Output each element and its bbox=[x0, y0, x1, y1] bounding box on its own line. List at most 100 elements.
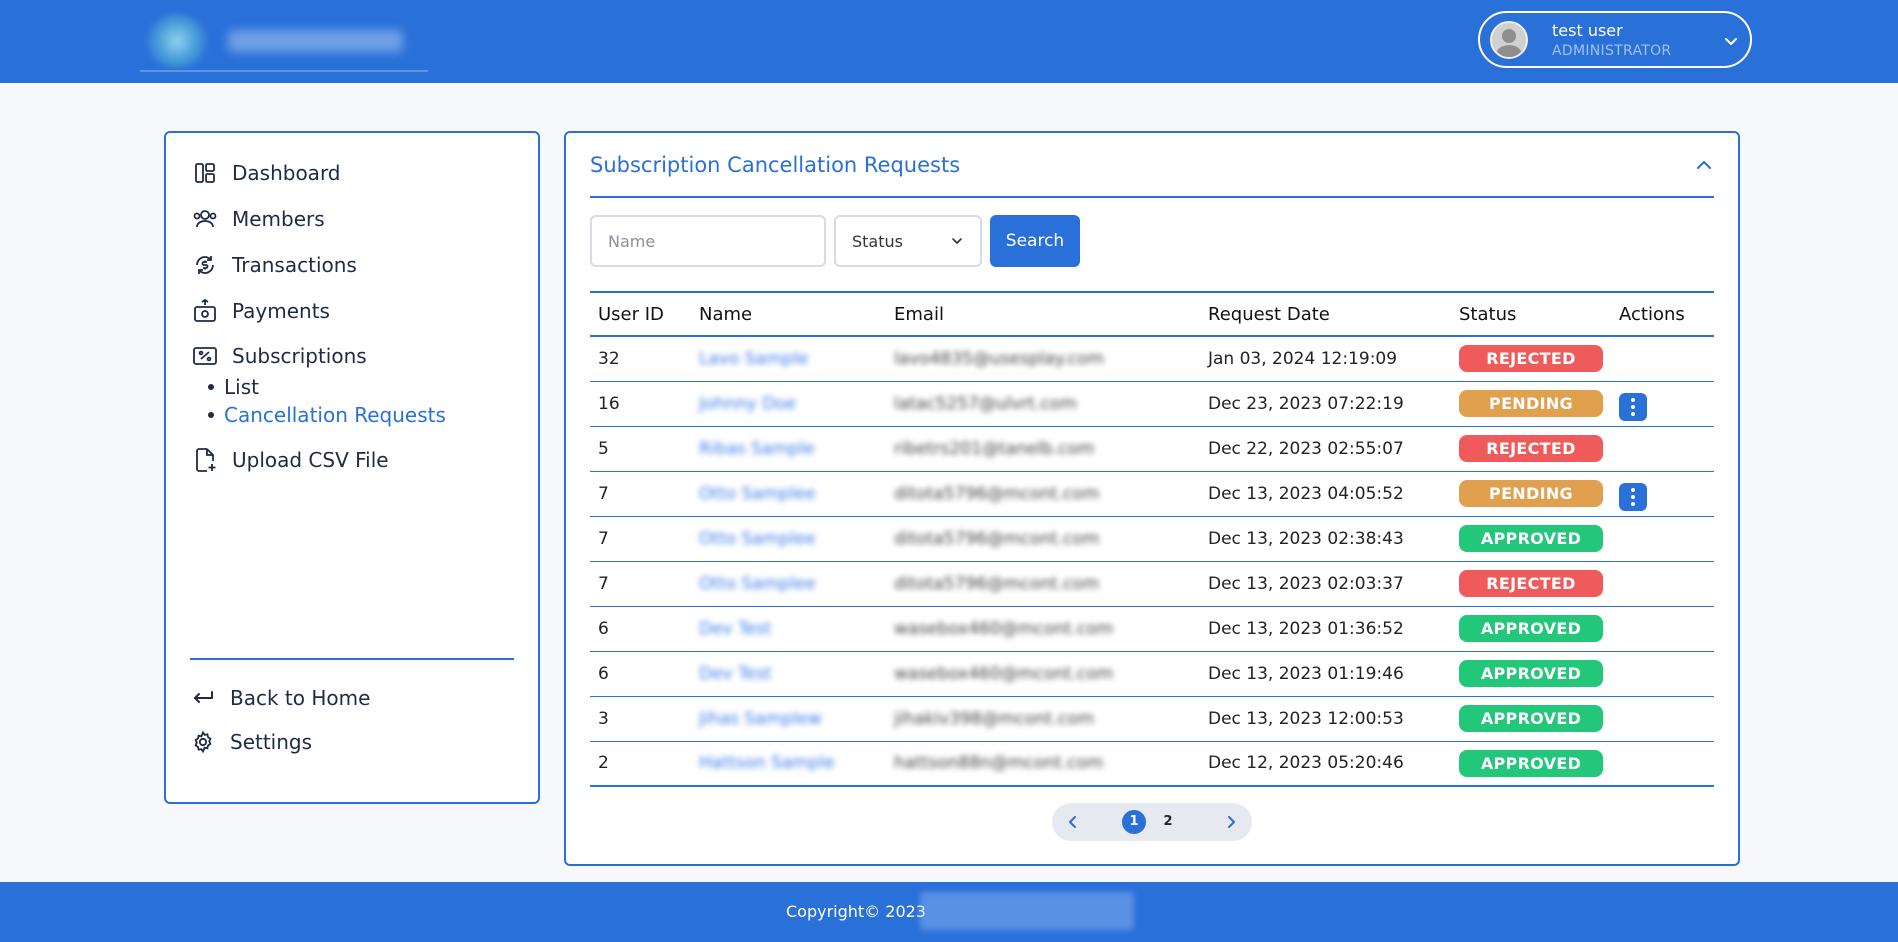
chevron-left-icon[interactable] bbox=[1064, 813, 1082, 831]
table-row: 2 Hattson Sample hattson88n@mcont.com Dec 1… bbox=[590, 741, 1714, 786]
cell-actions bbox=[1611, 471, 1714, 516]
submenu-item-cancellation-requests[interactable]: Cancellation Requests bbox=[208, 401, 446, 429]
avatar bbox=[1490, 21, 1528, 59]
sidebar-item-subscriptions[interactable]: Subscriptions bbox=[192, 340, 367, 372]
sidebar-item-settings[interactable]: Settings bbox=[190, 726, 312, 758]
column-header-actions: Actions bbox=[1619, 303, 1685, 325]
cell-user-id: 16 bbox=[598, 393, 620, 414]
cell-email: wasebox460@mcont.com bbox=[894, 663, 1114, 684]
cell-status: APPROVED bbox=[1451, 741, 1611, 786]
cell-status: APPROVED bbox=[1451, 606, 1611, 651]
cell-status: REJECTED bbox=[1451, 336, 1611, 381]
cell-email: ditota5796@mcont.com bbox=[894, 528, 1100, 549]
cell-email: ditota5796@mcont.com bbox=[894, 573, 1100, 594]
chevron-right-icon[interactable] bbox=[1222, 813, 1240, 831]
cell-user-id: 7 bbox=[598, 483, 609, 504]
search-button[interactable]: Search bbox=[990, 215, 1080, 267]
submenu-item-label: List bbox=[224, 375, 259, 399]
cell-name[interactable]: Jihas Samplew bbox=[691, 696, 886, 741]
cell-name[interactable]: Otto Samplee bbox=[691, 561, 886, 606]
gear-icon bbox=[190, 729, 216, 755]
cell-actions bbox=[1611, 336, 1714, 381]
transactions-icon bbox=[192, 252, 218, 278]
upload-file-icon bbox=[192, 447, 218, 473]
cell-status: PENDING bbox=[1451, 381, 1611, 426]
sidebar-item-payments[interactable]: Payments bbox=[192, 295, 330, 327]
cell-status: PENDING bbox=[1451, 471, 1611, 516]
status-select[interactable]: Status bbox=[834, 215, 982, 267]
sidebar-item-transactions[interactable]: Transactions bbox=[192, 249, 357, 281]
back-arrow-icon bbox=[190, 685, 216, 711]
sidebar-item-dashboard[interactable]: Dashboard bbox=[192, 157, 341, 189]
cell-request-date: Dec 13, 2023 02:38:43 bbox=[1208, 528, 1404, 549]
cell-actions bbox=[1611, 426, 1714, 471]
cell-email: hattson88n@mcont.com bbox=[894, 753, 1104, 774]
sidebar-item-upload-csv[interactable]: Upload CSV File bbox=[192, 444, 389, 476]
cell-request-date: Dec 13, 2023 04:05:52 bbox=[1208, 483, 1404, 504]
logo-wordmark bbox=[228, 30, 403, 52]
table-row: 32 Lavo Sample lavo4835@usesplay.com Jan 03… bbox=[590, 336, 1714, 381]
status-badge: PENDING bbox=[1459, 480, 1603, 507]
user-role: ADMINISTRATOR bbox=[1552, 43, 1672, 59]
column-header-email[interactable]: Email bbox=[886, 292, 1200, 336]
cell-request-date: Dec 23, 2023 07:22:19 bbox=[1208, 393, 1404, 414]
column-header-user-id[interactable]: User ID bbox=[590, 292, 691, 336]
cell-name[interactable]: Dev Test bbox=[691, 651, 886, 696]
cell-actions bbox=[1611, 516, 1714, 561]
sidebar-item-label: Subscriptions bbox=[232, 344, 367, 368]
cell-name[interactable]: Dev Test bbox=[691, 606, 886, 651]
company-link[interactable] bbox=[920, 892, 1134, 930]
table-row: 6 Dev Test wasebox460@mcont.com Dec 13, 202… bbox=[590, 606, 1714, 651]
sidebar-item-label: Payments bbox=[232, 299, 330, 323]
sidebar-item-back-home[interactable]: Back to Home bbox=[190, 682, 370, 714]
status-badge: REJECTED bbox=[1459, 435, 1603, 462]
page-button-1[interactable]: 1 bbox=[1122, 810, 1146, 834]
cell-email: ribetrs201@tanelb.com bbox=[894, 438, 1095, 459]
page-button-2[interactable]: 2 bbox=[1156, 810, 1180, 834]
page-title: Subscription Cancellation Requests bbox=[590, 153, 961, 177]
sidebar-item-members[interactable]: Members bbox=[192, 203, 325, 235]
status-badge: REJECTED bbox=[1459, 570, 1603, 597]
cell-actions bbox=[1611, 696, 1714, 741]
cell-request-date: Dec 13, 2023 01:19:46 bbox=[1208, 663, 1404, 684]
more-actions-icon[interactable] bbox=[1619, 482, 1647, 511]
cell-name[interactable]: Hattson Sample bbox=[691, 741, 886, 786]
user-menu[interactable]: test user ADMINISTRATOR bbox=[1478, 11, 1752, 68]
name-search-input[interactable] bbox=[590, 215, 826, 267]
sidebar: Dashboard Members Transactions Payments … bbox=[164, 131, 540, 804]
subscriptions-submenu: List Cancellation Requests bbox=[208, 373, 446, 429]
status-badge: REJECTED bbox=[1459, 345, 1603, 373]
submenu-item-list[interactable]: List bbox=[208, 373, 446, 401]
brand-logo[interactable] bbox=[140, 6, 428, 72]
status-badge: PENDING bbox=[1459, 390, 1603, 417]
cell-name[interactable]: Johnny Doe bbox=[691, 381, 886, 426]
cell-name[interactable]: Otto Samplee bbox=[691, 516, 886, 561]
status-badge: APPROVED bbox=[1459, 749, 1603, 777]
cell-status: REJECTED bbox=[1451, 561, 1611, 606]
column-header-status[interactable]: Status bbox=[1451, 292, 1611, 336]
sidebar-divider bbox=[190, 658, 514, 660]
table-row: 7 Otto Samplee ditota5796@mcont.com Dec 13,… bbox=[590, 516, 1714, 561]
more-actions-icon[interactable] bbox=[1619, 392, 1647, 421]
status-badge: APPROVED bbox=[1459, 660, 1603, 687]
chevron-up-icon[interactable] bbox=[1694, 155, 1714, 175]
logo-mark-icon bbox=[146, 14, 208, 68]
cell-name[interactable]: Lavo Sample bbox=[691, 336, 886, 381]
cell-actions bbox=[1611, 381, 1714, 426]
cell-user-id: 7 bbox=[598, 528, 609, 549]
title-divider bbox=[590, 196, 1714, 198]
cell-email: ditota5796@mcont.com bbox=[894, 483, 1100, 504]
column-header-name[interactable]: Name bbox=[691, 292, 886, 336]
cell-name[interactable]: Ribas Sample bbox=[691, 426, 886, 471]
chevron-down-icon[interactable] bbox=[1723, 33, 1739, 49]
pagination: 1 2 bbox=[1052, 803, 1252, 841]
column-header-request-date[interactable]: Request Date bbox=[1200, 292, 1451, 336]
table-row: 3 Jihas Samplew jihakiv398@mcont.com Dec 13… bbox=[590, 696, 1714, 741]
cell-actions bbox=[1611, 606, 1714, 651]
dashboard-icon bbox=[192, 160, 218, 186]
sidebar-item-label: Dashboard bbox=[232, 161, 341, 185]
table-row: 7 Otto Samplee ditota5796@mcont.com Dec 13,… bbox=[590, 471, 1714, 516]
sidebar-item-label: Settings bbox=[230, 730, 313, 754]
user-name: test user bbox=[1552, 21, 1623, 40]
cell-name[interactable]: Otto Samplee bbox=[691, 471, 886, 516]
